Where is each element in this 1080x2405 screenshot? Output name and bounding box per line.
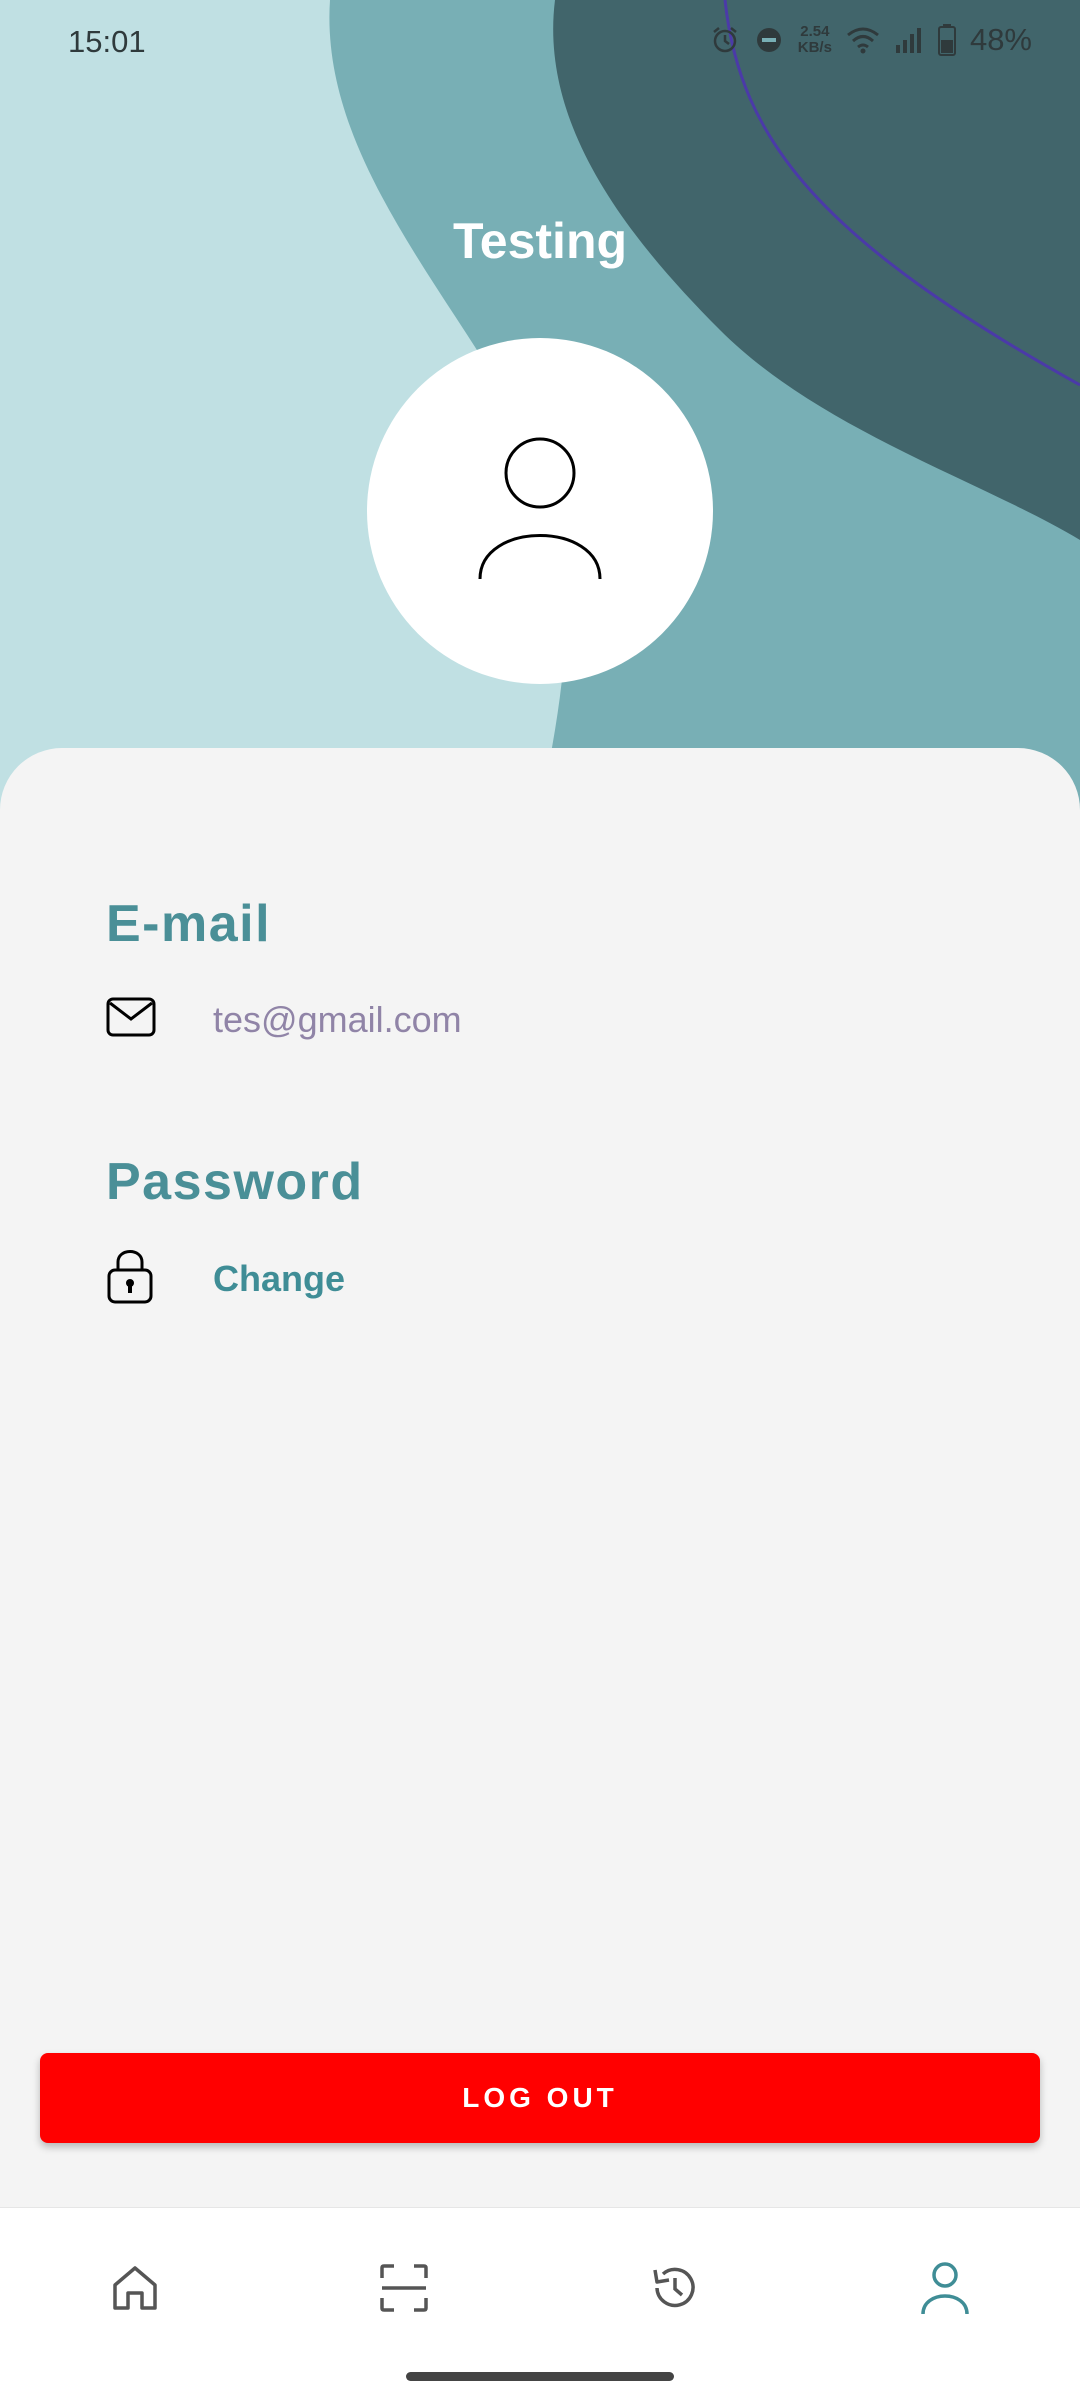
history-icon [653,2267,695,2308]
nav-history[interactable] [635,2248,715,2328]
battery-percentage: 48% [969,22,1032,57]
profile-card [0,748,1080,2208]
home-icon [113,2266,157,2310]
logout-button[interactable]: LOG OUT [40,2053,1040,2143]
status-bar: 15:01 2.54 KB/s 48% [0,0,1080,90]
signal-icon [894,25,924,55]
status-time: 15:01 [68,24,146,59]
nav-profile[interactable] [905,2248,985,2328]
do-not-disturb-icon [754,25,784,55]
nav-home[interactable] [95,2248,175,2328]
network-speed-value: 2.54 [800,23,830,40]
wifi-icon [846,25,880,55]
network-speed: 2.54 KB/s [798,24,832,56]
profile-title: Testing [452,213,628,269]
nav-scan[interactable] [364,2248,444,2328]
password-label: Password [106,1153,364,1211]
user-icon [478,437,602,580]
scan-icon [380,2264,428,2312]
home-indicator[interactable] [406,2372,674,2381]
alarm-icon [710,25,740,55]
email-label: E-mail [106,895,272,953]
battery-icon [937,24,956,56]
change-password-link[interactable]: Change [213,1258,345,1300]
lock-icon [106,1248,154,1309]
email-value: tes@gmail.com [213,999,462,1040]
profile-icon [921,2262,969,2315]
status-icons: 2.54 KB/s 48% [710,22,1032,58]
avatar[interactable] [367,338,713,684]
network-speed-unit: KB/s [797,39,832,56]
mail-icon [106,997,156,1042]
